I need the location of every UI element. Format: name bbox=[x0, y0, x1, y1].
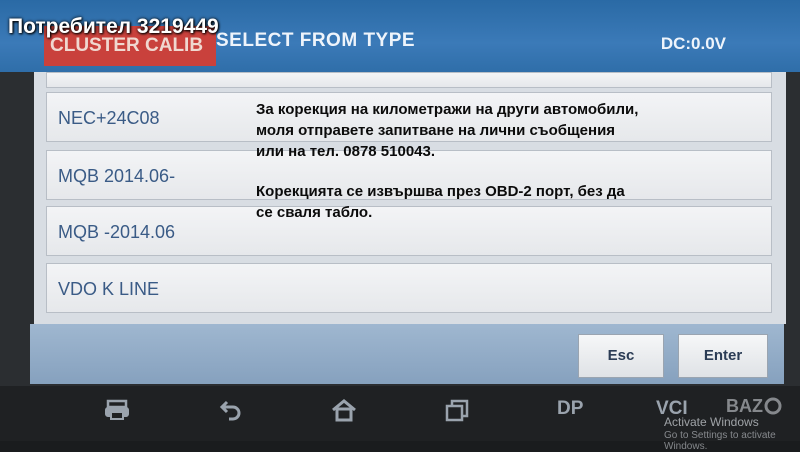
list-item-partial[interactable] bbox=[46, 72, 772, 88]
print-icon[interactable] bbox=[103, 398, 131, 422]
recent-apps-icon[interactable] bbox=[444, 398, 470, 422]
enter-button[interactable]: Enter bbox=[678, 334, 768, 378]
action-panel bbox=[30, 324, 784, 384]
windows-activate-subtext: Go to Settings to activate Windows. bbox=[664, 430, 776, 452]
home-icon[interactable] bbox=[330, 398, 358, 422]
info-overlay-text: За корекция на километражи на други авто… bbox=[256, 99, 726, 223]
overlay-line: моля отправете запитване на лични съобще… bbox=[256, 122, 616, 139]
overlay-line: се сваля табло. bbox=[256, 204, 373, 221]
svg-text:BAZ: BAZ bbox=[726, 396, 763, 416]
user-watermark: Потребител 3219449 bbox=[8, 15, 219, 38]
voltage-readout: DC:0.0V bbox=[660, 34, 726, 53]
overlay-line: За корекция на километражи на други авто… bbox=[256, 101, 639, 118]
esc-button[interactable]: Esc bbox=[578, 334, 664, 378]
dp-button[interactable]: DP bbox=[557, 398, 583, 420]
bazar-logo: BAZ bbox=[726, 396, 782, 416]
overlay-line: Корекцията се извършва през OBD-2 порт, … bbox=[256, 183, 625, 200]
page-title: SELECT FROM TYPE bbox=[216, 30, 416, 51]
back-icon[interactable] bbox=[219, 398, 243, 422]
overlay-line: или на тел. 0878 510043. bbox=[256, 143, 436, 160]
list-item[interactable]: VDO K LINE bbox=[46, 263, 772, 313]
